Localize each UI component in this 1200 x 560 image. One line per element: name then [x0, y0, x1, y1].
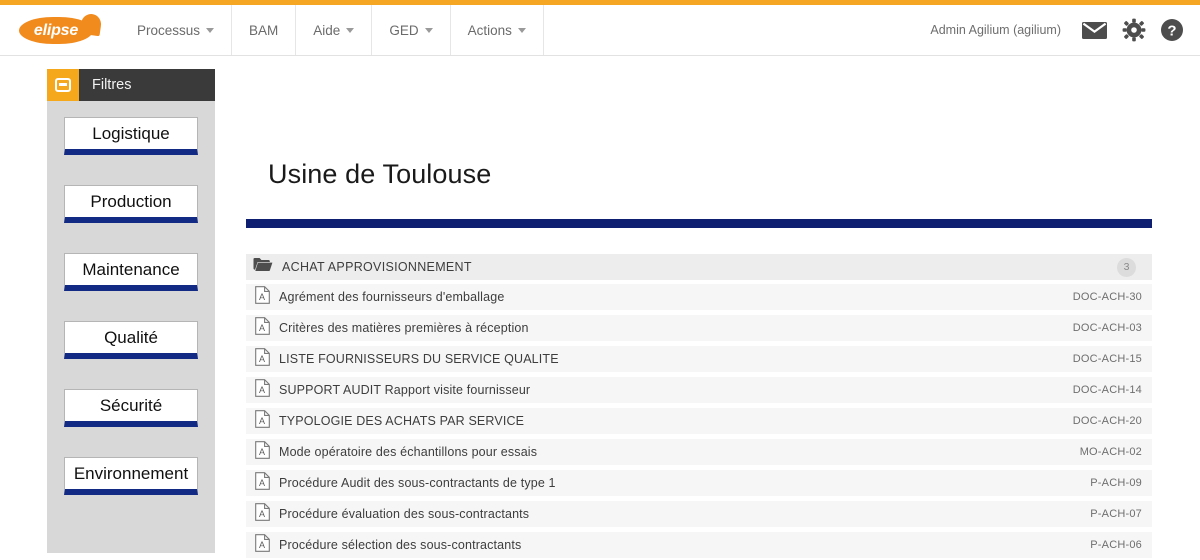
folder-count-badge: 3: [1117, 257, 1136, 277]
pdf-icon: A: [255, 316, 270, 340]
document-row[interactable]: A Agrément des fournisseurs d'emballage …: [246, 284, 1152, 310]
filters-title: Filtres: [92, 77, 132, 93]
document-code: P-ACH-07: [1090, 508, 1142, 520]
pdf-icon: A: [255, 471, 270, 495]
app-header: elipse Processus BAM Aide GED Actions Ad…: [0, 5, 1200, 56]
document-code: DOC-ACH-20: [1072, 415, 1142, 427]
document-row[interactable]: A Mode opératoire des échantillons pour …: [246, 439, 1152, 465]
folder-icon: [253, 257, 273, 277]
document-row[interactable]: A Procédure Audit des sous-contractants …: [246, 470, 1152, 496]
filter-button-production[interactable]: Production: [64, 185, 198, 223]
nav-item-bam[interactable]: BAM: [231, 5, 295, 55]
header-right-cluster: Admin Agilium (agilium) ?: [930, 18, 1200, 42]
svg-text:?: ?: [1167, 22, 1176, 39]
pdf-icon: A: [255, 502, 270, 526]
document-code: DOC-ACH-03: [1072, 322, 1142, 334]
document-name: LISTE FOURNISSEURS DU SERVICE QUALITE: [279, 352, 559, 366]
document-name: Critères des matières premières à récept…: [279, 321, 529, 335]
nav-item-aide[interactable]: Aide: [295, 5, 371, 55]
main-content: Usine de Toulouse ACHAT APPROVISIONNEMEN…: [246, 56, 1200, 560]
page-body: Filtres Logistique Production Maintenanc…: [0, 56, 1200, 560]
svg-text:A: A: [259, 323, 265, 333]
document-list: ACHAT APPROVISIONNEMENT 3 A Agrément des…: [246, 254, 1152, 558]
folder-name: ACHAT APPROVISIONNEMENT: [282, 260, 472, 274]
nav-item-processus[interactable]: Processus: [120, 5, 231, 55]
document-name: Procédure sélection des sous-contractant…: [279, 538, 522, 552]
document-name: Procédure évaluation des sous-contractan…: [279, 507, 530, 521]
document-name: Agrément des fournisseurs d'emballage: [279, 290, 505, 304]
pdf-icon: A: [255, 347, 270, 371]
pdf-icon: A: [255, 409, 270, 433]
document-row[interactable]: A LISTE FOURNISSEURS DU SERVICE QUALITE …: [246, 346, 1152, 372]
help-icon[interactable]: ?: [1160, 18, 1184, 42]
page-title: Usine de Toulouse: [268, 159, 492, 189]
filter-button-environnement[interactable]: Environnement: [64, 457, 198, 495]
chevron-down-icon: [346, 27, 355, 33]
document-row[interactable]: A Procédure évaluation des sous-contract…: [246, 501, 1152, 527]
logo-text: elipse: [33, 22, 79, 39]
nav-item-label: Aide: [313, 22, 341, 38]
document-code: MO-ACH-02: [1079, 446, 1142, 458]
filter-button-label: Logistique: [92, 123, 170, 143]
nav-item-label: GED: [389, 22, 419, 38]
chevron-down-icon: [206, 27, 215, 33]
nav-item-label: Processus: [137, 22, 201, 38]
filter-button-label: Qualité: [104, 327, 158, 347]
document-name: SUPPORT AUDIT Rapport visite fournisseur: [279, 383, 531, 397]
nav-item-label: Actions: [467, 22, 512, 38]
filter-button-securite[interactable]: Sécurité: [64, 389, 198, 427]
document-name: TYPOLOGIE DES ACHATS PAR SERVICE: [279, 414, 525, 428]
document-row[interactable]: A SUPPORT AUDIT Rapport visite fournisse…: [246, 377, 1152, 403]
chevron-down-icon: [424, 27, 433, 33]
svg-text:A: A: [259, 354, 265, 364]
mail-icon[interactable]: [1081, 20, 1108, 40]
filter-panel-glyph: [55, 78, 71, 92]
document-name: Procédure Audit des sous-contractants de…: [279, 476, 556, 490]
current-user-label: Admin Agilium (agilium): [930, 23, 1061, 37]
document-row[interactable]: A TYPOLOGIE DES ACHATS PAR SERVICE DOC-A…: [246, 408, 1152, 434]
filters-sidebar: Filtres Logistique Production Maintenanc…: [47, 69, 215, 553]
document-row[interactable]: A Procédure sélection des sous-contracta…: [246, 532, 1152, 558]
svg-text:A: A: [259, 478, 265, 488]
chevron-down-icon: [517, 27, 526, 33]
document-name: Mode opératoire des échantillons pour es…: [279, 445, 538, 459]
title-divider: [246, 219, 1152, 228]
document-code: P-ACH-06: [1090, 539, 1142, 551]
pdf-icon: A: [255, 533, 270, 557]
document-row[interactable]: A Critères des matières premières à réce…: [246, 315, 1152, 341]
document-code: DOC-ACH-30: [1072, 291, 1142, 303]
nav-item-ged[interactable]: GED: [371, 5, 449, 55]
filter-button-label: Sécurité: [99, 395, 163, 415]
nav-item-label: BAM: [249, 22, 279, 38]
svg-text:A: A: [259, 509, 265, 519]
pdf-icon: A: [255, 378, 270, 402]
pdf-icon: A: [255, 440, 270, 464]
pdf-icon: A: [255, 285, 270, 309]
svg-text:A: A: [259, 292, 265, 302]
filter-buttons-list: Logistique Production Maintenance Qualit…: [47, 101, 215, 495]
filter-button-qualite[interactable]: Qualité: [64, 321, 198, 359]
filter-button-label: Maintenance: [82, 259, 180, 279]
gear-icon[interactable]: [1122, 18, 1146, 42]
main-nav: Processus BAM Aide GED Actions: [120, 5, 544, 55]
logo-blob-shape: elipse: [19, 12, 103, 46]
folder-row[interactable]: ACHAT APPROVISIONNEMENT 3: [246, 254, 1152, 280]
document-code: DOC-ACH-14: [1072, 384, 1142, 396]
svg-text:A: A: [259, 447, 265, 457]
filter-button-label: Environnement: [73, 463, 189, 483]
filter-button-logistique[interactable]: Logistique: [64, 117, 198, 155]
document-code: DOC-ACH-15: [1072, 353, 1142, 365]
document-code: P-ACH-09: [1090, 477, 1142, 489]
filters-header: Filtres: [47, 69, 215, 101]
filter-panel-icon[interactable]: [47, 69, 79, 101]
svg-text:A: A: [259, 416, 265, 426]
svg-text:A: A: [259, 385, 265, 395]
app-logo[interactable]: elipse: [14, 10, 106, 50]
nav-item-actions[interactable]: Actions: [449, 5, 544, 55]
svg-text:A: A: [259, 540, 265, 550]
filter-button-label: Production: [90, 191, 172, 211]
filter-button-maintenance[interactable]: Maintenance: [64, 253, 198, 291]
